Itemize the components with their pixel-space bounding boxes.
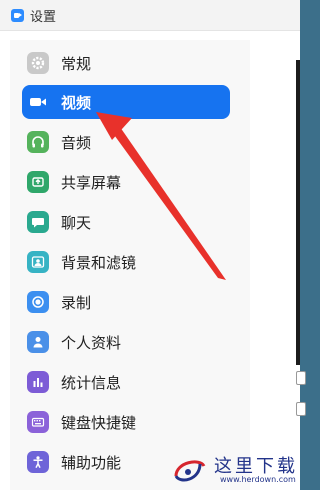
video-preview: [296, 60, 300, 365]
sidebar-item-label: 常规: [61, 54, 92, 73]
sidebar-item-label: 音频: [61, 133, 92, 152]
sidebar-item-general[interactable]: 常规: [22, 46, 230, 80]
gear-icon: [27, 52, 49, 74]
sidebar-item-share-screen[interactable]: 共享屏幕: [22, 165, 230, 199]
option-checkbox[interactable]: [296, 371, 306, 385]
sidebar-item-label: 录制: [61, 293, 92, 312]
sidebar-item-label: 视频: [61, 93, 92, 112]
title-bar: 设置: [0, 0, 300, 31]
accessibility-icon: [27, 451, 49, 473]
sidebar-item-label: 统计信息: [61, 373, 122, 392]
sidebar-item-label: 键盘快捷键: [61, 413, 137, 432]
person-icon: [27, 331, 49, 353]
watermark: 这里下载 www.herdown.com: [170, 452, 300, 490]
bar-chart-icon: [27, 371, 49, 393]
keyboard-icon: [27, 411, 49, 433]
sidebar-item-chat[interactable]: 聊天: [22, 205, 230, 239]
headphones-icon: [27, 131, 49, 153]
sidebar-item-recording[interactable]: 录制: [22, 285, 230, 319]
sidebar-item-label: 共享屏幕: [61, 173, 122, 192]
sidebar-item-background-filters[interactable]: 背景和滤镜: [22, 245, 230, 279]
watermark-url: www.herdown.com: [220, 475, 296, 484]
sidebar-item-label: 背景和滤镜: [61, 253, 137, 272]
settings-content-pane: ​: [256, 40, 306, 490]
share-screen-icon: [27, 171, 49, 193]
sidebar-item-label: 聊天: [61, 213, 92, 232]
option-checkbox[interactable]: [296, 402, 306, 416]
chat-bubble-icon: [27, 211, 49, 233]
settings-sidebar: 常规 视频 音频 共享屏幕 聊天 背景和滤镜 录制 个人资料 统计信息 键盘快捷…: [10, 40, 250, 490]
sidebar-item-video[interactable]: 视频: [22, 85, 230, 119]
watermark-logo-icon: [174, 460, 206, 482]
record-icon: [27, 291, 49, 313]
sidebar-item-label: 个人资料: [61, 333, 122, 352]
background-image-icon: [27, 251, 49, 273]
sidebar-item-statistics[interactable]: 统计信息: [22, 365, 230, 399]
zoom-app-icon: [11, 8, 24, 22]
window-title: 设置: [30, 9, 57, 25]
video-camera-icon: [27, 91, 49, 113]
sidebar-item-label: 辅助功能: [61, 453, 122, 472]
sidebar-item-audio[interactable]: 音频: [22, 125, 230, 159]
sidebar-item-profile[interactable]: 个人资料: [22, 325, 230, 359]
settings-window: 设置 常规 视频 音频 共享屏幕 聊天 背景和滤镜 录制 个人资料 统计信息 键…: [0, 0, 306, 490]
sidebar-item-keyboard-shortcuts[interactable]: 键盘快捷键: [22, 405, 230, 439]
